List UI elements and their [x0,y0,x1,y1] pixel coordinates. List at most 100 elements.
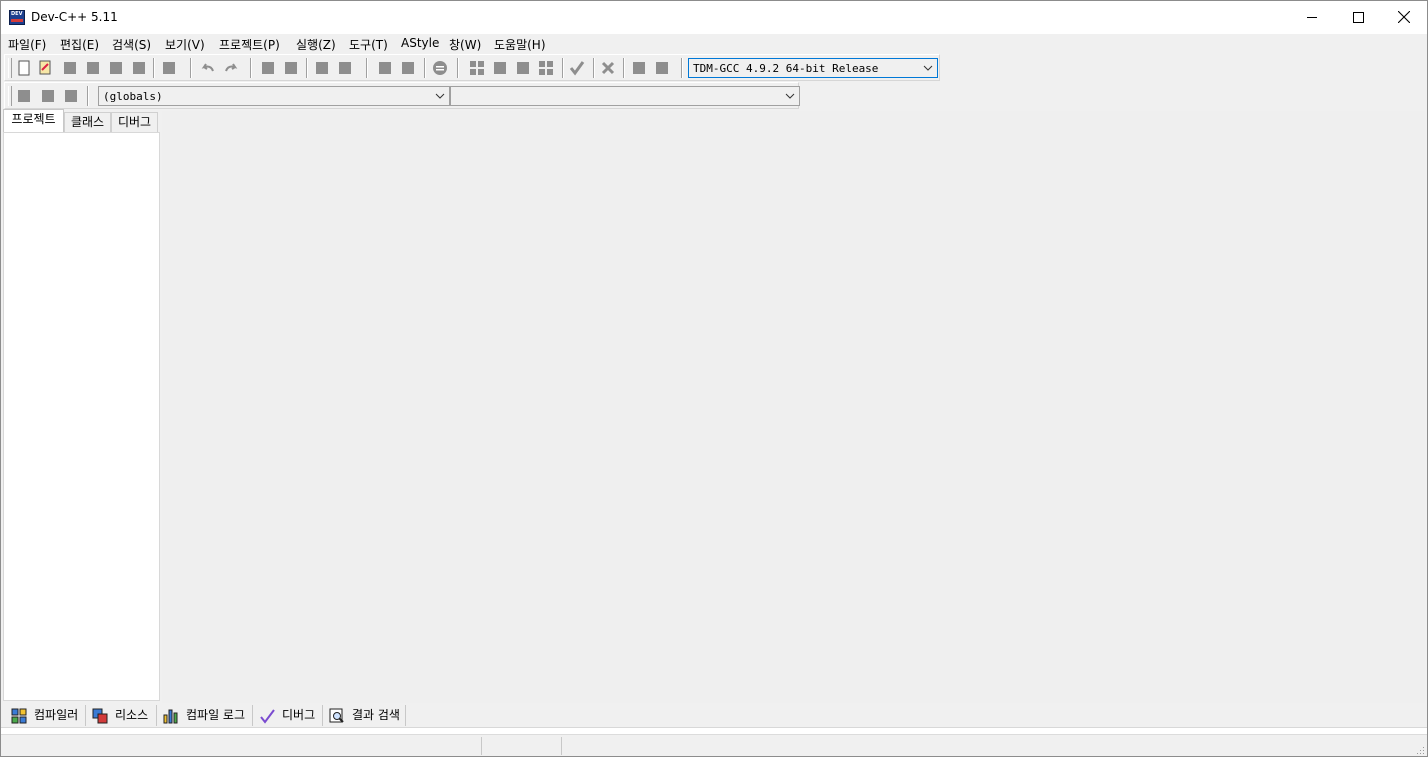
project-options-button[interactable] [653,59,671,77]
goto-bookmark-button[interactable] [62,87,80,105]
goto-bookmark-icon [65,90,77,102]
close-file-button[interactable] [107,59,125,77]
unindent-button[interactable] [399,59,417,77]
tab-resources[interactable]: 리소스 [86,705,157,726]
compiler-select-value: TDM-GCC 4.9.2 64-bit Release [693,62,879,75]
run-button[interactable] [491,59,509,77]
class-scope-value: (globals) [103,90,163,103]
menu-tools[interactable]: 도구(T) [349,36,388,53]
toolbar-grip-2[interactable] [8,86,12,106]
replace-icon [285,62,297,74]
find-icon [262,62,274,74]
undo-button[interactable] [199,59,217,77]
maximize-button[interactable] [1335,1,1381,34]
new-file-button[interactable] [15,59,33,77]
unindent-icon [402,62,414,74]
chevron-down-icon [435,93,445,99]
app-window: DEV Dev-C++ 5.11 파일(F) 편집(E) 검색(S) 보기(V)… [0,0,1428,757]
run-icon [494,62,506,74]
find-next-button[interactable] [313,59,331,77]
compile-run-button[interactable] [514,59,532,77]
replace-button[interactable] [282,59,300,77]
tab-search-results[interactable]: 결과 검색 [323,705,406,726]
main-toolbar: TDM-GCC 4.9.2 64-bit Release [4,54,940,81]
resources-icon [92,708,108,724]
class-scope-select[interactable]: (globals) [98,86,450,106]
menu-view[interactable]: 보기(V) [165,36,205,53]
rebuild-all-button[interactable] [537,59,555,77]
tab-compile-log-label: 컴파일 로그 [186,708,246,722]
project-browser-panel[interactable] [3,132,160,701]
print-icon [163,62,175,74]
menu-file[interactable]: 파일(F) [8,36,46,53]
compile-icon [470,61,484,75]
toggle-bookmark-button[interactable] [39,87,57,105]
member-select[interactable] [450,86,800,106]
redo-icon [225,63,238,72]
minimize-button[interactable] [1289,1,1335,34]
redo-button[interactable] [222,59,240,77]
compile-log-chart-icon [163,709,178,724]
insert-icon [18,90,30,102]
compile-button[interactable] [468,59,486,77]
menu-bar: 파일(F) 편집(E) 검색(S) 보기(V) 프로젝트(P) 실행(Z) 도구… [1,34,1427,53]
check-icon [569,61,585,76]
indent-button[interactable] [376,59,394,77]
tab-classes[interactable]: 클래스 [64,112,111,133]
tab-project[interactable]: 프로젝트 [3,109,64,132]
editor-area[interactable] [162,111,1425,703]
status-bar [1,734,1427,756]
menu-help[interactable]: 도움말(H) [494,36,546,53]
open-file-button[interactable] [37,59,55,77]
save-button[interactable] [61,59,79,77]
new-file-icon [18,60,30,76]
tab-debug[interactable]: 디버그 [111,112,158,133]
syntax-check-button[interactable] [568,59,586,77]
window-title: Dev-C++ 5.11 [31,10,118,24]
toggle-comment-button[interactable] [431,59,449,77]
project-options-icon [656,62,668,74]
rebuild-icon [539,61,553,75]
close-all-icon [133,62,145,74]
close-file-icon [110,62,122,74]
debug-check-icon [260,709,275,724]
compiler-select[interactable]: TDM-GCC 4.9.2 64-bit Release [688,58,938,78]
menu-search[interactable]: 검색(S) [112,36,151,53]
tab-debug-output-label: 디버그 [282,708,316,722]
new-project-button[interactable] [630,59,648,77]
title-bar[interactable]: DEV Dev-C++ 5.11 [1,1,1427,34]
save-all-button[interactable] [84,59,102,77]
menu-astyle[interactable]: AStyle [401,36,439,50]
undo-icon [201,63,214,72]
compile-run-icon [517,62,529,74]
bottom-panel-edge[interactable] [1,727,1427,734]
find-button[interactable] [259,59,277,77]
bookmark-icon [42,90,54,102]
goto-line-button[interactable] [336,59,354,77]
indent-icon [379,62,391,74]
tab-compiler-label: 컴파일러 [34,708,79,722]
toolbar-grip[interactable] [8,58,12,78]
menu-edit[interactable]: 편집(E) [60,36,99,53]
stop-execution-button[interactable] [599,59,617,77]
menu-window[interactable]: 창(W) [449,36,481,53]
menu-project[interactable]: 프로젝트(P) [219,36,280,53]
chevron-down-icon [785,93,795,99]
tab-compiler[interactable]: 컴파일러 [5,705,86,726]
close-button[interactable] [1381,1,1427,34]
chevron-down-icon [923,65,933,71]
print-button[interactable] [160,59,178,77]
devcpp-app-icon[interactable]: DEV [9,10,25,25]
tab-compile-log[interactable]: 컴파일 로그 [157,705,253,726]
project-icon [633,62,645,74]
find-next-icon [316,62,328,74]
insert-button[interactable] [15,87,33,105]
close-all-button[interactable] [130,59,148,77]
close-icon [1398,11,1410,23]
stop-x-icon [601,61,615,75]
menu-execute[interactable]: 실행(Z) [296,36,336,53]
resize-grip-icon [1417,747,1424,754]
save-icon [64,62,76,74]
goto-line-icon [339,62,351,74]
tab-debug-output[interactable]: 디버그 [253,705,323,726]
